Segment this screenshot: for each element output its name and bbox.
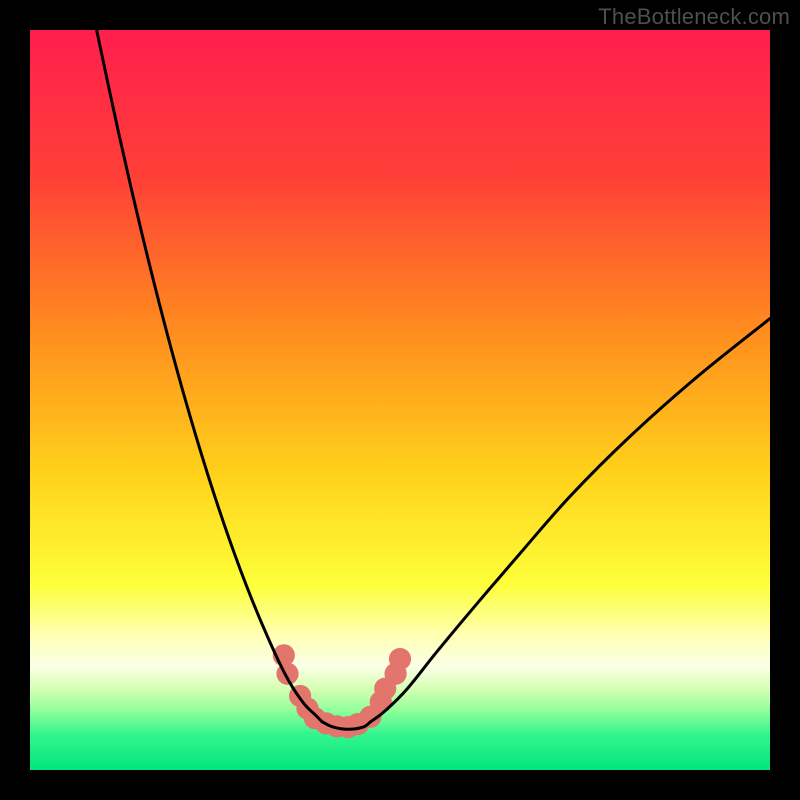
- plot-area: [30, 30, 770, 770]
- curves-layer: [30, 30, 770, 770]
- watermark-text: TheBottleneck.com: [598, 4, 790, 30]
- chart-frame: TheBottleneck.com: [0, 0, 800, 800]
- right-curve: [370, 319, 770, 722]
- left-curve: [97, 30, 323, 722]
- marker-dot: [389, 648, 411, 670]
